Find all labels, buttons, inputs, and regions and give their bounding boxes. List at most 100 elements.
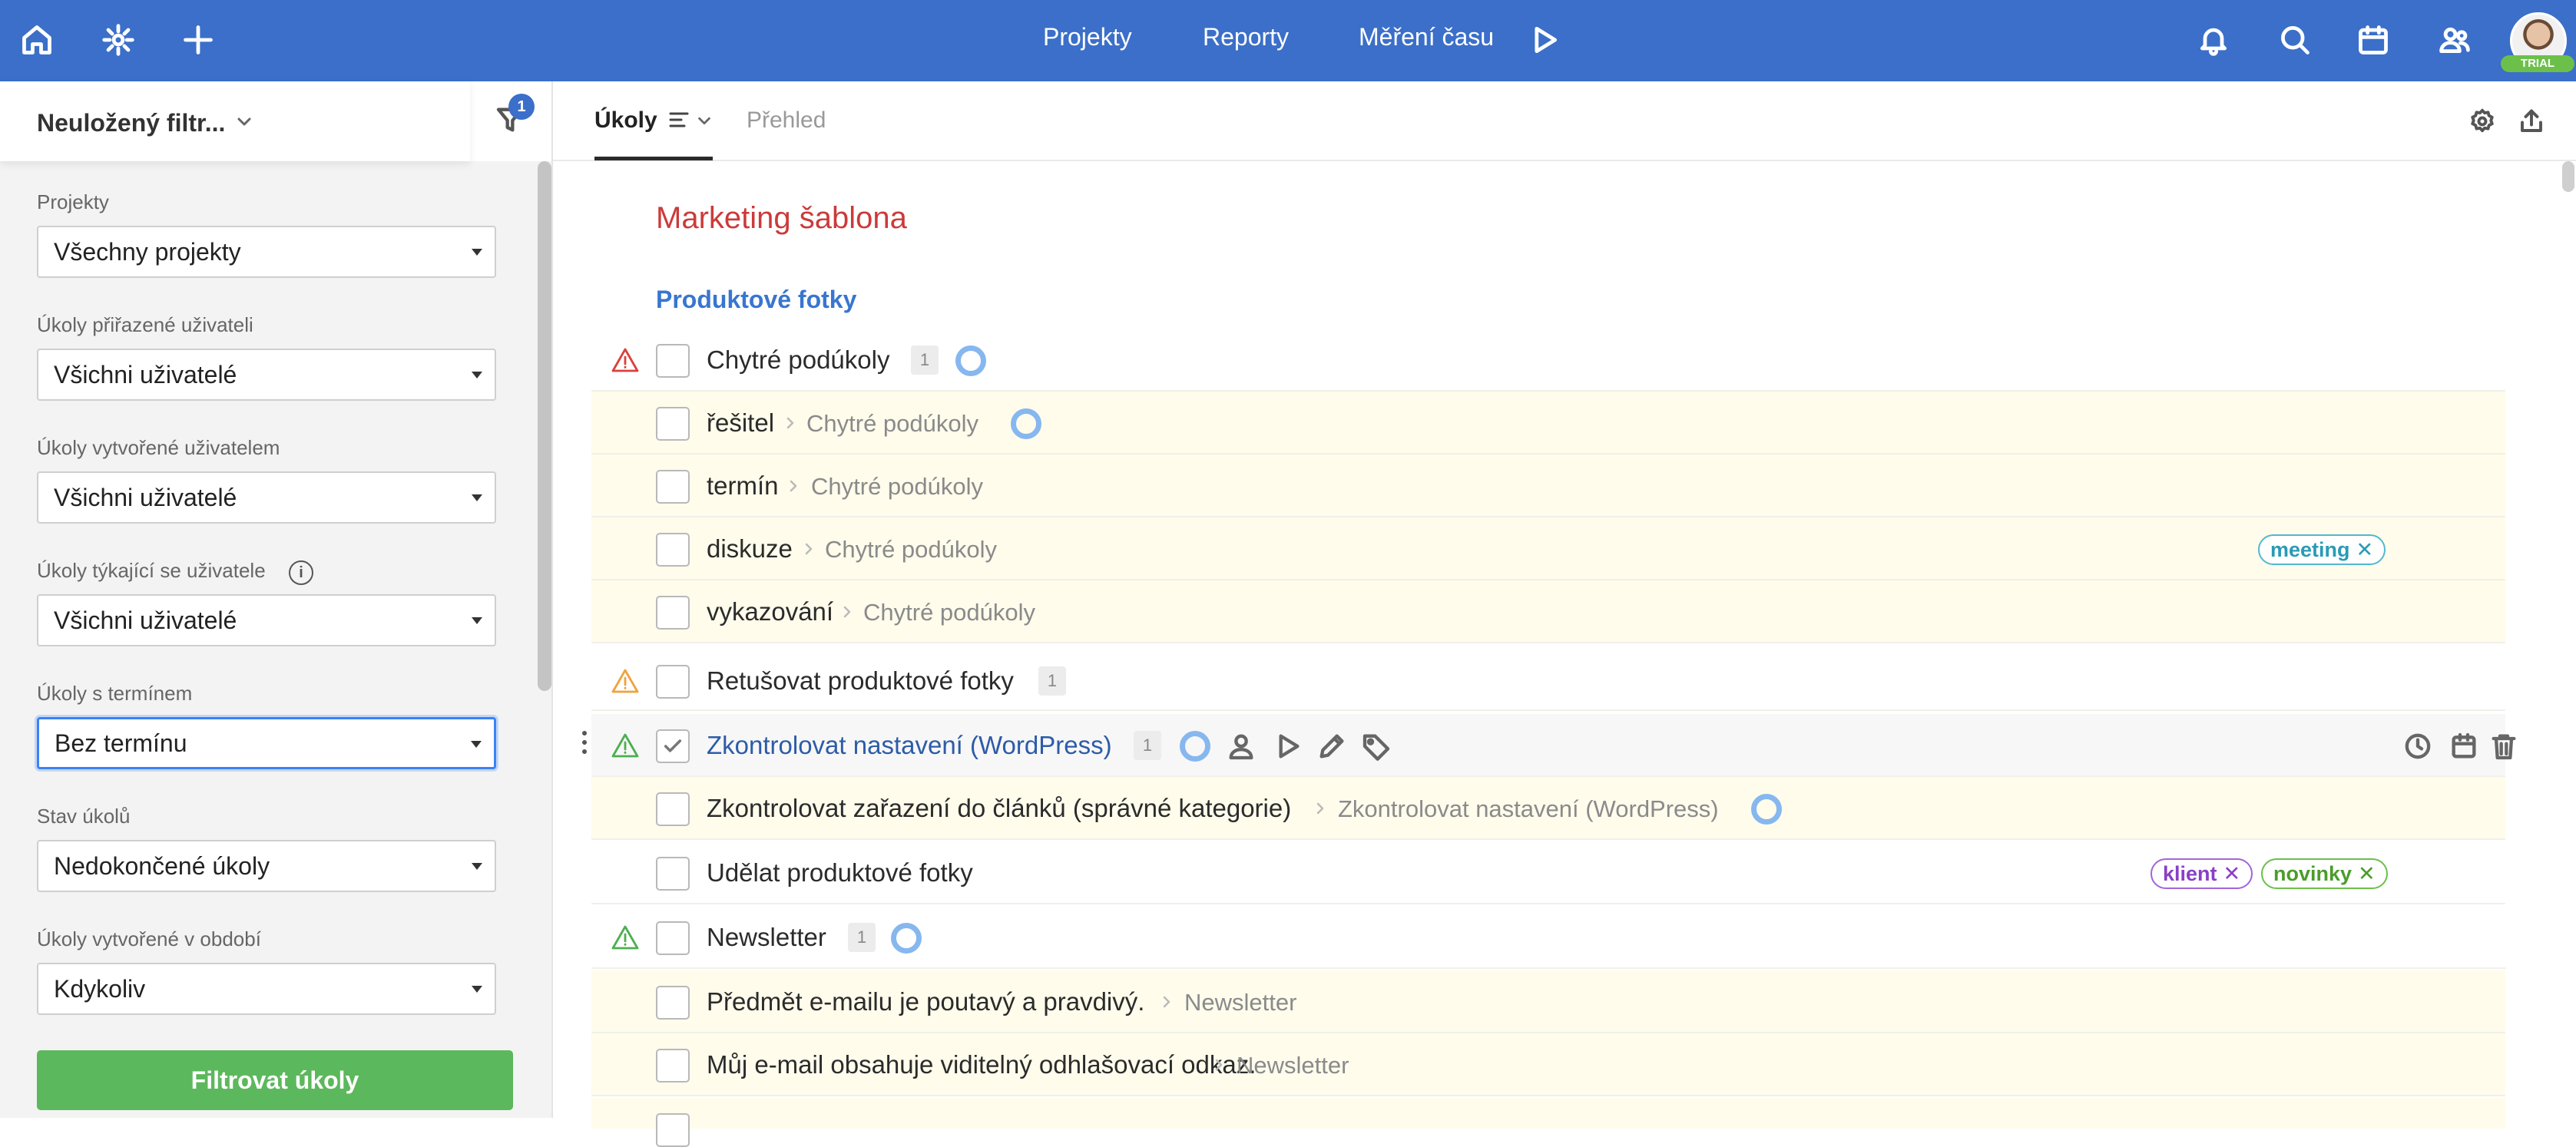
tab-prehled[interactable]: Přehled xyxy=(747,107,826,134)
pencil-icon[interactable] xyxy=(1316,731,1347,762)
task-checkbox[interactable] xyxy=(656,344,690,378)
task-name[interactable]: Zkontrolovat nastavení (WordPress) xyxy=(707,731,1112,760)
select-tykajici[interactable]: Všichni uživatelé xyxy=(37,594,496,646)
task-name[interactable]: Chytré podúkoly xyxy=(707,345,889,375)
parent-task-link[interactable]: Chytré podúkoly xyxy=(811,473,983,501)
main-scrollbar[interactable] xyxy=(2562,161,2574,192)
task-checkbox[interactable] xyxy=(656,857,690,891)
settings-icon[interactable] xyxy=(95,17,141,63)
task-name[interactable]: Zkontrolovat zařazení do článků (správné… xyxy=(707,794,1291,823)
task-checkbox[interactable] xyxy=(656,1049,690,1083)
select-prirazene[interactable]: Všichni uživatelé xyxy=(37,349,496,401)
task-checkbox[interactable] xyxy=(656,533,690,567)
select-obdobi[interactable]: Kdykoliv xyxy=(37,963,496,1015)
section-title[interactable]: Produktové fotky xyxy=(656,286,856,314)
select-value: Bez termínu xyxy=(55,729,187,757)
task-row[interactable]: Zkontrolovat zařazení do článků (správné… xyxy=(591,777,2505,840)
play-icon[interactable] xyxy=(1521,17,1567,63)
calendar-icon[interactable] xyxy=(2350,17,2396,63)
task-checkbox[interactable] xyxy=(656,1113,690,1147)
info-icon[interactable]: i xyxy=(289,560,313,585)
task-row[interactable]: termín Chytré podúkoly xyxy=(591,455,2505,517)
gear-icon[interactable] xyxy=(2468,107,2496,135)
nav-projekty[interactable]: Projekty xyxy=(1043,23,1132,51)
task-checkbox[interactable] xyxy=(656,792,690,826)
play-icon[interactable] xyxy=(1272,731,1303,762)
tag-klient[interactable]: klient ✕ xyxy=(2151,858,2253,889)
tag-icon[interactable] xyxy=(1361,731,1392,762)
bell-icon[interactable] xyxy=(2190,17,2237,63)
select-stav[interactable]: Nedokončené úkoly xyxy=(37,840,496,892)
task-row[interactable]: řešitel Chytré podúkoly xyxy=(591,392,2505,455)
nav-mereni-casu[interactable]: Měření času xyxy=(1359,23,1494,51)
task-name[interactable]: Newsletter xyxy=(707,923,826,952)
task-row[interactable]: Retušovat produktové fotky 1 xyxy=(591,650,2505,711)
task-checkbox[interactable] xyxy=(656,729,690,763)
progress-ring-icon[interactable] xyxy=(1751,794,1782,825)
filter-panel-scrollbar[interactable] xyxy=(538,161,551,691)
task-row[interactable]: Chytré podúkoly 1 xyxy=(591,329,2505,392)
task-checkbox[interactable] xyxy=(656,470,690,504)
task-name[interactable]: Udělat produktové fotky xyxy=(707,858,973,888)
parent-task-link[interactable]: Newsletter xyxy=(1184,989,1296,1016)
parent-task-link[interactable]: Chytré podúkoly xyxy=(825,536,997,564)
select-projekty[interactable]: Všechny projekty xyxy=(37,226,496,278)
tag-meeting[interactable]: meeting ✕ xyxy=(2258,534,2386,565)
search-icon[interactable] xyxy=(2272,17,2318,63)
task-name[interactable]: Předmět e-mailu je poutavý a pravdivý. xyxy=(707,987,1144,1016)
filter-label-vytvorene: Úkoly vytvořené uživatelem xyxy=(37,436,280,459)
parent-task-link[interactable]: Chytré podúkoly xyxy=(863,599,1035,626)
close-icon[interactable]: ✕ xyxy=(2356,538,2374,561)
project-title[interactable]: Marketing šablona xyxy=(656,201,907,236)
calendar-icon[interactable] xyxy=(2449,731,2479,762)
clock-icon[interactable] xyxy=(2402,731,2433,762)
task-name[interactable]: termín xyxy=(707,471,779,501)
parent-task-link[interactable]: Zkontrolovat nastavení (WordPress) xyxy=(1338,795,1719,823)
top-bar: Projekty Reporty Měření času TRIAL xyxy=(0,0,2576,81)
chevron-down-icon[interactable] xyxy=(235,112,253,131)
progress-ring-icon[interactable] xyxy=(955,345,986,376)
close-icon[interactable]: ✕ xyxy=(2223,862,2241,885)
nav-reporty[interactable]: Reporty xyxy=(1203,23,1289,51)
progress-ring-icon[interactable] xyxy=(1011,408,1041,439)
tab-ukoly[interactable]: Úkoly xyxy=(594,107,657,134)
task-row[interactable]: Udělat produktové fotky klient ✕ novinky ✕ xyxy=(591,841,2505,904)
export-icon[interactable] xyxy=(2518,107,2545,135)
task-checkbox[interactable] xyxy=(656,596,690,630)
task-row[interactable]: diskuze Chytré podúkoly meeting ✕ xyxy=(591,517,2505,580)
progress-ring-icon[interactable] xyxy=(1180,731,1210,762)
assign-user-icon[interactable] xyxy=(1226,731,1257,762)
select-vytvorene[interactable]: Všichni uživatelé xyxy=(37,471,496,524)
task-name[interactable]: řešitel xyxy=(707,408,774,438)
task-checkbox[interactable] xyxy=(656,921,690,955)
home-icon[interactable] xyxy=(14,17,60,63)
active-tab-indicator xyxy=(594,157,713,160)
task-row[interactable]: Newsletter 1 xyxy=(591,906,2505,969)
task-name[interactable]: vykazování xyxy=(707,597,833,626)
parent-task-link[interactable]: Newsletter xyxy=(1237,1052,1349,1079)
task-checkbox[interactable] xyxy=(656,407,690,441)
task-checkbox[interactable] xyxy=(656,986,690,1020)
task-row[interactable] xyxy=(591,1098,2505,1147)
filter-tasks-button[interactable]: Filtrovat úkoly xyxy=(37,1050,513,1110)
progress-ring-icon[interactable] xyxy=(891,923,922,954)
close-icon[interactable]: ✕ xyxy=(2358,862,2376,885)
users-icon[interactable] xyxy=(2432,17,2478,63)
parent-task-link[interactable]: Chytré podúkoly xyxy=(806,410,978,438)
task-row[interactable]: Můj e-mail obsahuje viditelný odhlašovac… xyxy=(591,1033,2505,1096)
list-view-icon[interactable] xyxy=(668,111,690,129)
trash-icon[interactable] xyxy=(2488,731,2519,762)
task-checkbox[interactable] xyxy=(656,665,690,699)
task-row[interactable]: vykazování Chytré podúkoly xyxy=(591,580,2505,643)
task-row[interactable]: Předmět e-mailu je poutavý a pravdivý. N… xyxy=(591,970,2505,1033)
task-name[interactable]: Retušovat produktové fotky xyxy=(707,666,1014,696)
chevron-down-icon[interactable] xyxy=(696,112,713,129)
select-termin[interactable]: Bez termínu xyxy=(37,717,496,769)
task-row[interactable]: Zkontrolovat nastavení (WordPress) 1 xyxy=(582,714,2516,777)
task-name[interactable]: Můj e-mail obsahuje viditelný odhlašovac… xyxy=(707,1050,1256,1079)
drag-handle-icon[interactable] xyxy=(581,731,588,759)
tag-novinky[interactable]: novinky ✕ xyxy=(2261,858,2388,889)
task-name[interactable]: diskuze xyxy=(707,534,793,564)
plus-icon[interactable] xyxy=(175,17,221,63)
filter-name[interactable]: Neuložený filtr... xyxy=(37,109,225,137)
